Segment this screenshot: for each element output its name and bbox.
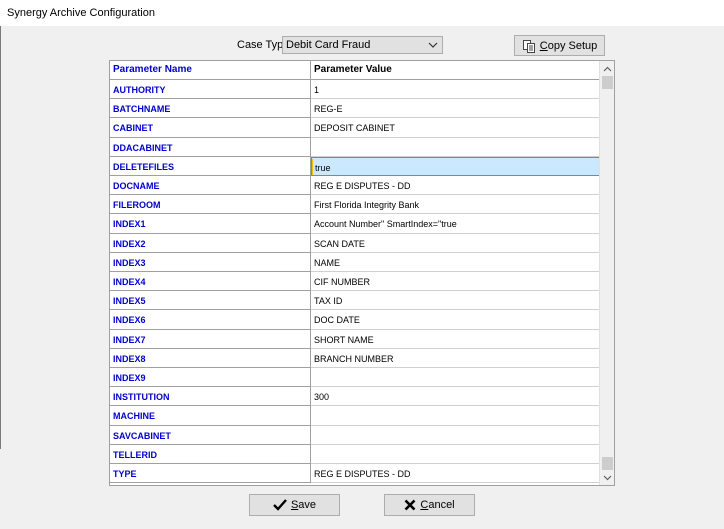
parameter-name-cell: AUTHORITY	[110, 80, 311, 100]
x-icon	[404, 499, 416, 511]
scroll-down-icon[interactable]	[600, 470, 614, 485]
parameter-value-cell[interactable]: NAME	[311, 252, 600, 272]
table-row[interactable]: INDEX4 CIF NUMBER	[110, 272, 600, 292]
table-row[interactable]: INDEX1 Account Number" SmartIndex="true	[110, 214, 600, 234]
table-row[interactable]: SAVCABINET	[110, 425, 600, 445]
table-row[interactable]: INSTITUTION 300	[110, 387, 600, 407]
parameter-name-cell: INDEX9	[110, 368, 311, 388]
parameter-value-cell[interactable]: true	[311, 156, 600, 176]
parameter-name-cell: INDEX6	[110, 310, 311, 330]
scroll-thumb-bottom[interactable]	[602, 457, 613, 470]
parameter-name-cell: INDEX5	[110, 291, 311, 311]
table-row[interactable]: INDEX2 SCAN DATE	[110, 233, 600, 253]
table-row[interactable]: DDACABINET	[110, 137, 600, 157]
table-row[interactable]: INDEX7 SHORT NAME	[110, 329, 600, 349]
header-parameter-value[interactable]: Parameter Value	[311, 61, 600, 80]
parameter-name-cell: SAVCABINET	[110, 425, 311, 445]
table-row[interactable]: INDEX3 NAME	[110, 252, 600, 272]
parameter-value-cell[interactable]: First Florida Integrity Bank	[311, 195, 600, 215]
parameter-value-cell[interactable]: 1	[311, 80, 600, 100]
parameter-value-cell[interactable]	[311, 406, 600, 426]
table-row[interactable]: MACHINE	[110, 406, 600, 426]
scroll-up-icon[interactable]	[600, 61, 614, 76]
parameter-value-cell[interactable]: SCAN DATE	[311, 233, 600, 253]
parameter-name-cell: INDEX1	[110, 214, 311, 234]
grid-header: Parameter Name Parameter Value	[110, 61, 600, 80]
parameter-value-cell[interactable]: 300	[311, 387, 600, 407]
save-label: Save	[290, 499, 317, 511]
window-title: Synergy Archive Configuration	[7, 7, 155, 19]
parameter-value-cell[interactable]: REG E DISPUTES - DD	[311, 176, 600, 196]
table-row[interactable]: CABINET DEPOSIT CABINET	[110, 118, 600, 138]
table-row[interactable]: INDEX9	[110, 368, 600, 388]
table-row[interactable]: INDEX6 DOC DATE	[110, 310, 600, 330]
table-row[interactable]: TELLERID	[110, 444, 600, 464]
parameter-name-cell: INSTITUTION	[110, 387, 311, 407]
parameter-value-cell[interactable]: Account Number" SmartIndex="true	[311, 214, 600, 234]
copy-setup-button[interactable]: Copy Setup	[514, 35, 605, 56]
parameter-value-cell[interactable]	[311, 137, 600, 157]
parameter-name-cell: INDEX7	[110, 329, 311, 349]
parameter-name-cell: INDEX3	[110, 252, 311, 272]
save-button[interactable]: Save	[249, 494, 340, 516]
parameter-name-cell: FILEROOM	[110, 195, 311, 215]
parameter-name-cell: TYPE	[110, 464, 311, 484]
parameter-value-cell[interactable]: REG-E	[311, 99, 600, 119]
parameter-name-cell: INDEX8	[110, 348, 311, 368]
window-frame-edge	[0, 26, 1, 449]
parameter-value-cell[interactable]: DOC DATE	[311, 310, 600, 330]
cancel-button[interactable]: Cancel	[384, 494, 475, 516]
table-row[interactable]: INDEX8 BRANCH NUMBER	[110, 348, 600, 368]
header-parameter-name[interactable]: Parameter Name	[110, 61, 311, 80]
parameter-value-cell[interactable]: TAX ID	[311, 291, 600, 311]
parameter-name-cell: MACHINE	[110, 406, 311, 426]
checkmark-icon	[273, 499, 287, 511]
copy-setup-label: Copy Setup	[539, 39, 598, 52]
parameter-value-cell[interactable]	[311, 368, 600, 388]
parameter-value-cell[interactable]: CIF NUMBER	[311, 272, 600, 292]
table-row[interactable]: INDEX5 TAX ID	[110, 291, 600, 311]
copy-icon	[522, 39, 535, 53]
case-type-value: Debit Card Fraud	[286, 39, 371, 51]
parameter-value-cell[interactable]	[311, 444, 600, 464]
table-row[interactable]: BATCHNAME REG-E	[110, 99, 600, 119]
parameter-value-cell[interactable]: REG E DISPUTES - DD	[311, 464, 600, 484]
cancel-label: Cancel	[420, 499, 455, 511]
parameter-grid[interactable]: Parameter Name Parameter Value AUTHORITY…	[109, 60, 615, 486]
table-row[interactable]: DELETEFILES true	[110, 156, 600, 176]
table-row[interactable]: FILEROOM First Florida Integrity Bank	[110, 195, 600, 215]
parameter-name-cell: BATCHNAME	[110, 99, 311, 119]
table-row[interactable]: DOCNAME REG E DISPUTES - DD	[110, 176, 600, 196]
vertical-scrollbar[interactable]	[599, 61, 614, 485]
scroll-thumb-top[interactable]	[602, 76, 613, 89]
parameter-name-cell: DDACABINET	[110, 137, 311, 157]
parameter-name-cell: INDEX4	[110, 272, 311, 292]
chevron-down-icon	[428, 42, 438, 48]
parameter-name-cell: DOCNAME	[110, 176, 311, 196]
table-row[interactable]: AUTHORITY 1	[110, 80, 600, 100]
parameter-name-cell: TELLERID	[110, 444, 311, 464]
case-type-select[interactable]: Debit Card Fraud	[282, 36, 443, 54]
title-bar: Synergy Archive Configuration	[0, 0, 724, 26]
parameter-name-cell: INDEX2	[110, 233, 311, 253]
parameter-value-cell[interactable]	[311, 425, 600, 445]
parameter-value-cell[interactable]: DEPOSIT CABINET	[311, 118, 600, 138]
parameter-name-cell: DELETEFILES	[110, 156, 311, 176]
parameter-value-cell[interactable]: BRANCH NUMBER	[311, 348, 600, 368]
parameter-name-cell: CABINET	[110, 118, 311, 138]
parameter-value-cell[interactable]: SHORT NAME	[311, 329, 600, 349]
table-row[interactable]: TYPE REG E DISPUTES - DD	[110, 464, 600, 484]
